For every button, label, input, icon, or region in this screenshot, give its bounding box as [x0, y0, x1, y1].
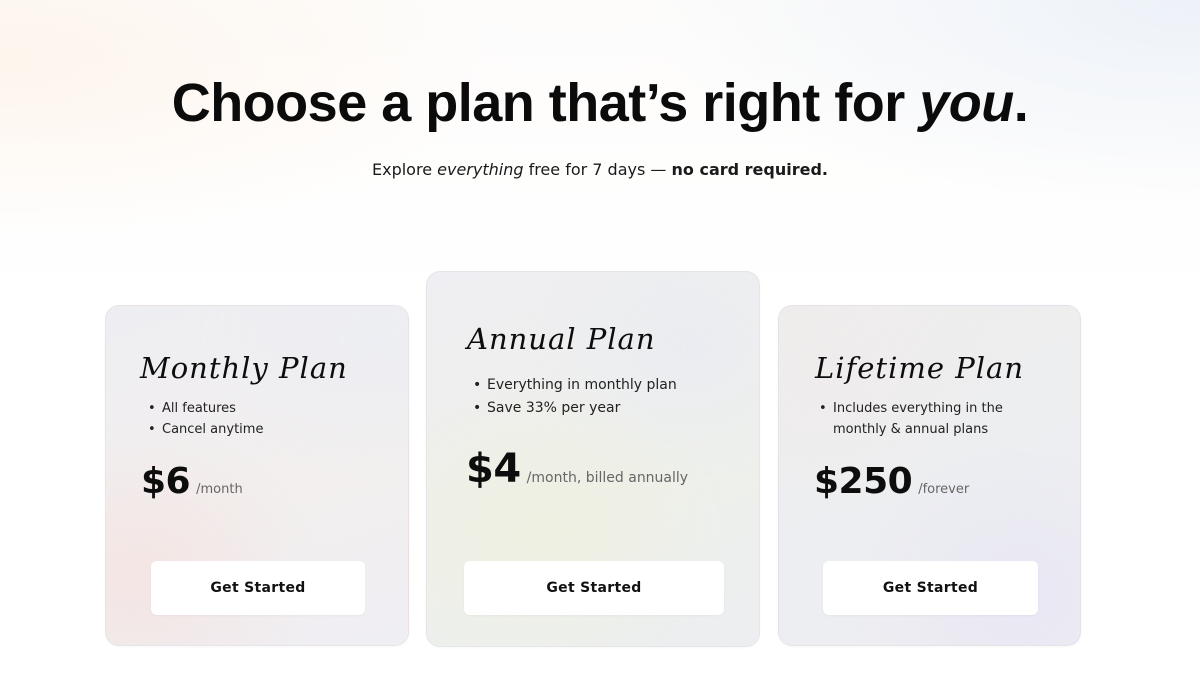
plan-name-annual: Annual Plan [467, 322, 656, 356]
plan-feature: Includes everything in the monthly & ann… [819, 398, 1029, 440]
get-started-button-annual[interactable]: Get Started [464, 561, 724, 615]
get-started-button-monthly[interactable]: Get Started [151, 561, 365, 615]
price-row-annual: $4 /month, billed annually [466, 447, 688, 491]
plan-name-monthly: Monthly Plan [140, 351, 348, 385]
plan-card-annual: Annual Plan Everything in monthly plan S… [426, 271, 760, 647]
get-started-button-lifetime[interactable]: Get Started [823, 561, 1038, 615]
page-title: Choose a plan that’s right for you. [0, 72, 1200, 134]
plan-price-annual: $4 [466, 446, 521, 492]
plan-feature: Everything in monthly plan [473, 374, 677, 397]
plan-features-lifetime: Includes everything in the monthly & ann… [819, 398, 1029, 440]
plan-features-annual: Everything in monthly plan Save 33% per … [473, 374, 677, 420]
plan-feature: Save 33% per year [473, 397, 677, 420]
price-row-monthly: $6 /month [141, 462, 243, 502]
plan-price-lifetime: $250 [814, 461, 913, 502]
price-row-lifetime: $250 /forever [814, 462, 969, 502]
plan-period-lifetime: /forever [918, 482, 970, 497]
plan-feature: Cancel anytime [148, 419, 263, 440]
plan-period-monthly: /month [196, 482, 243, 497]
subtitle-bold: no card required. [671, 160, 829, 179]
page-subtitle: Explore everything free for 7 days — no … [0, 159, 1200, 181]
plan-features-monthly: All features Cancel anytime [148, 398, 263, 440]
page-title-period: . [1013, 73, 1029, 133]
plan-name-lifetime: Lifetime Plan [815, 351, 1024, 385]
subtitle-text-middle: free for 7 days — [523, 160, 672, 179]
page-title-text: Choose a plan that’s right for [171, 73, 920, 133]
subtitle-emphasis: everything [437, 160, 524, 179]
subtitle-text-start: Explore [372, 160, 438, 179]
page-title-emphasis: you [919, 73, 1014, 133]
plan-price-monthly: $6 [141, 461, 191, 502]
plan-card-lifetime: Lifetime Plan Includes everything in the… [778, 305, 1081, 646]
plan-card-monthly: Monthly Plan All features Cancel anytime… [105, 305, 409, 646]
plan-period-annual: /month, billed annually [526, 470, 689, 486]
plan-feature: All features [148, 398, 263, 419]
